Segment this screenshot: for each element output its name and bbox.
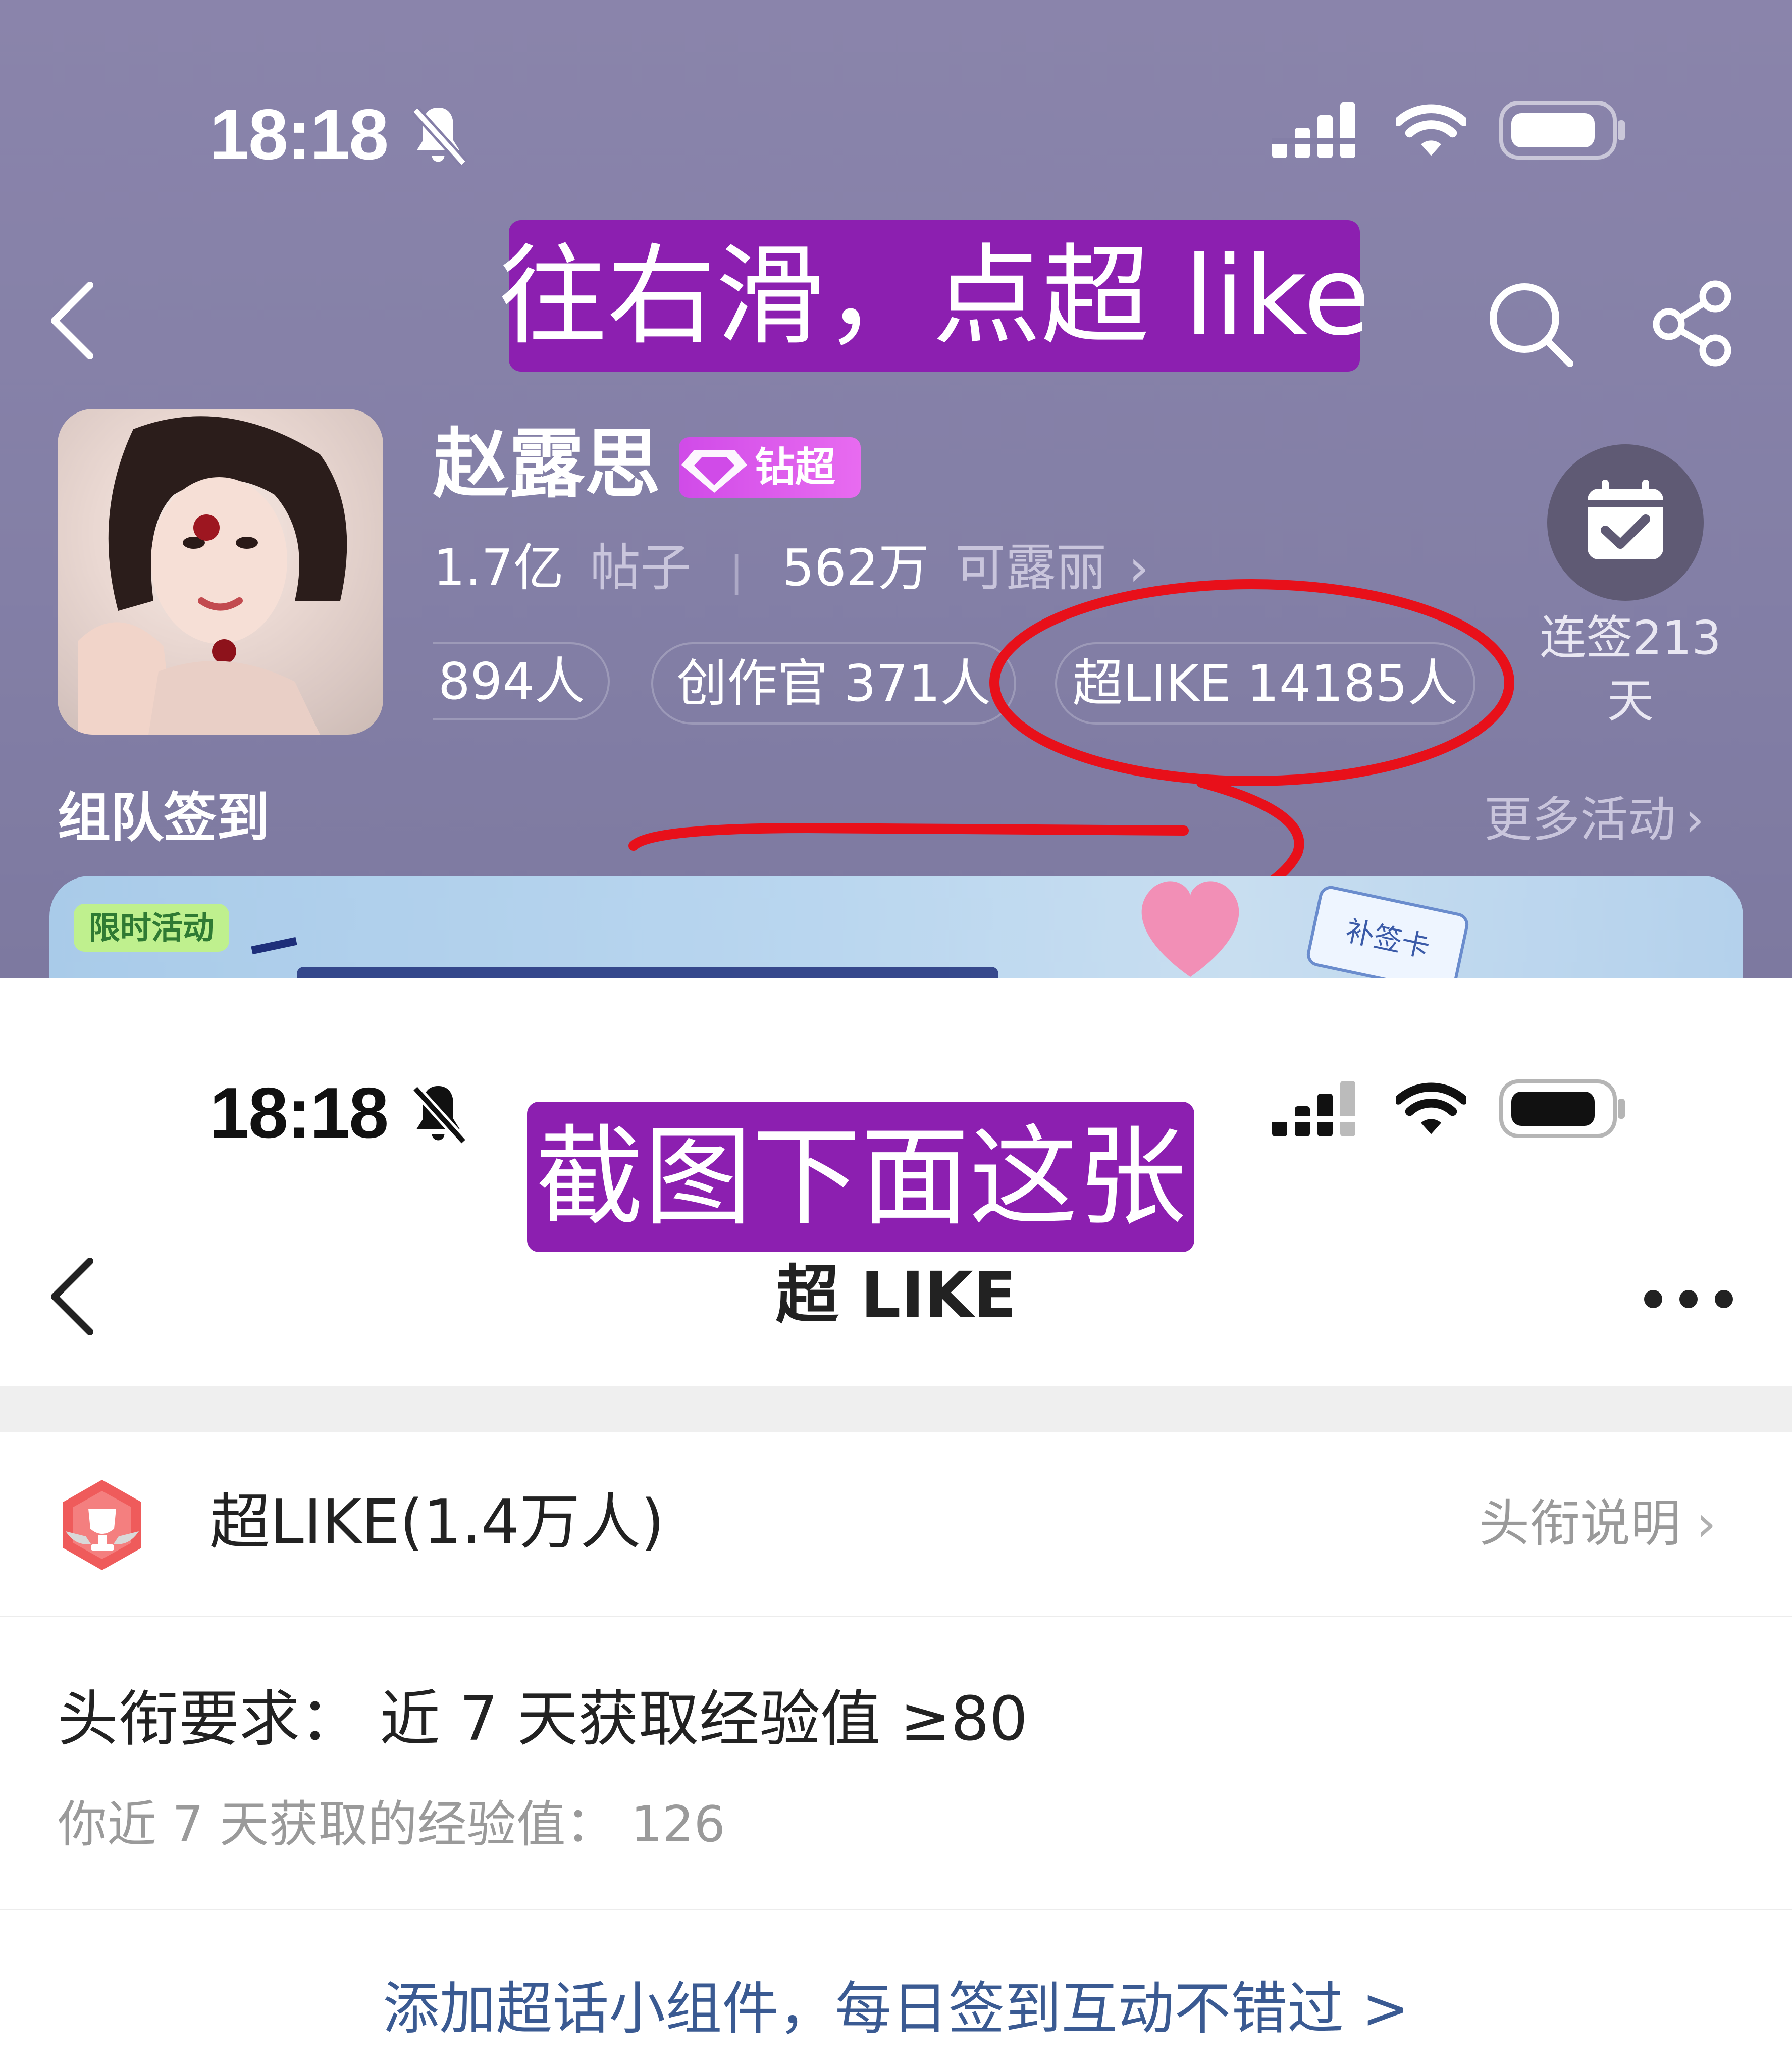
divider bbox=[0, 1909, 1792, 1910]
activity-banner[interactable]: 限时活动 补签卡 bbox=[49, 876, 1743, 978]
title-explanation-label: 头衔说明 bbox=[1479, 1494, 1681, 1553]
title-requirement: 头衔要求： 近 7 天获取经验值 ≥80 bbox=[58, 1684, 1028, 1754]
wifi-icon bbox=[1394, 1077, 1468, 1141]
trophy-badge-icon bbox=[56, 1476, 149, 1574]
section-separator bbox=[0, 1386, 1792, 1432]
signal-icon bbox=[1272, 1078, 1360, 1142]
banner-headline-art bbox=[251, 906, 1009, 978]
current-experience: 你近 7 天获取的经验值： 126 bbox=[58, 1796, 725, 1853]
divider bbox=[0, 1616, 1792, 1617]
red-circle-annotation bbox=[628, 579, 1514, 909]
annotation-screenshot-hint: 截图下面这张 bbox=[527, 1102, 1194, 1252]
chevron-right-icon: › bbox=[1696, 1494, 1716, 1553]
page-title: 超 LIKE bbox=[775, 1259, 1017, 1332]
add-widget-link[interactable]: 添加超话小组件，每日签到互动不错过 > bbox=[0, 1981, 1792, 2037]
status-time: 18:18 bbox=[209, 1073, 389, 1153]
limited-time-tag: 限时活动 bbox=[74, 904, 230, 952]
heart-balloon-image bbox=[1120, 876, 1261, 978]
battery-icon bbox=[1499, 1078, 1628, 1139]
title-explanation-link[interactable]: 头衔说明 › bbox=[1479, 1498, 1716, 1549]
makeup-card-sticker: 补签卡 bbox=[1304, 884, 1471, 978]
top-screenshot: 18:18 往右滑，点超 like 赵露思 钻超 1.7亿 帖子 | 562万 … bbox=[0, 0, 1792, 978]
title-name: 超LIKE(1.4万人) bbox=[209, 1487, 665, 1558]
bell-off-icon bbox=[408, 1081, 468, 1147]
back-icon[interactable] bbox=[44, 1256, 100, 1337]
bottom-screenshot: 18:18 截图下面这张 超 LIKE 超LIKE(1.4万人) 头衔说明 › 头… bbox=[0, 978, 1792, 2067]
more-icon[interactable] bbox=[1641, 1286, 1736, 1312]
